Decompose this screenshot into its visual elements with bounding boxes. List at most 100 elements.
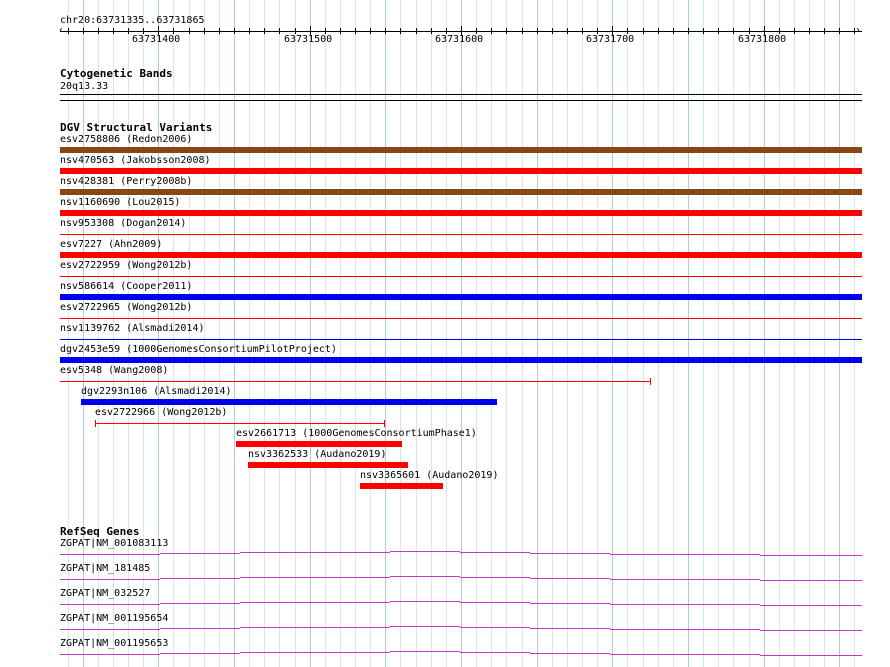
dgv-feature-bar[interactable] (60, 294, 862, 300)
dgv-feature-label[interactable]: nsv428381 (Perry2008b) (60, 176, 192, 188)
dgv-feature-bar[interactable] (248, 462, 408, 468)
refseq-gene-line[interactable] (760, 555, 862, 556)
refseq-gene-line[interactable] (530, 578, 610, 579)
refseq-gene-line[interactable] (760, 605, 862, 606)
dgv-feature-bar[interactable] (60, 234, 862, 235)
dgv-feature-bar[interactable] (60, 318, 862, 319)
dgv-feature-bar[interactable] (81, 399, 497, 405)
refseq-gene-line[interactable] (460, 602, 530, 603)
refseq-gene-line[interactable] (390, 626, 460, 627)
dgv-feature-label[interactable]: esv7227 (Ahn2009) (60, 239, 162, 251)
dgv-feature-bar[interactable] (60, 147, 862, 153)
refseq-gene-label[interactable]: ZGPAT|NM_032527 (60, 588, 150, 600)
refseq-gene-line[interactable] (610, 629, 760, 630)
refseq-gene-line[interactable] (460, 652, 530, 653)
refseq-gene-line[interactable] (760, 630, 862, 631)
ruler-minor-tick (658, 28, 659, 34)
refseq-gene-line[interactable] (60, 579, 160, 580)
dgv-feature-label[interactable]: esv2722966 (Wong2012b) (95, 407, 227, 419)
ruler-minor-tick (128, 28, 129, 34)
refseq-gene-label[interactable]: ZGPAT|NM_001195653 (60, 638, 168, 650)
refseq-gene-line[interactable] (390, 576, 460, 577)
refseq-gene-line[interactable] (530, 628, 610, 629)
dgv-feature-bar[interactable] (60, 210, 862, 216)
ruler-region-label: chr20:63731335..63731865 (60, 15, 205, 26)
dgv-feature-end-cap[interactable] (650, 378, 651, 385)
refseq-gene-line[interactable] (60, 654, 160, 655)
dgv-feature-bar[interactable] (60, 276, 862, 277)
dgv-feature-label[interactable]: nsv1160690 (Lou2015) (60, 197, 180, 209)
dgv-feature-bar[interactable] (236, 441, 402, 447)
dgv-feature-label[interactable]: esv2722965 (Wong2012b) (60, 302, 192, 314)
dgv-feature-start-cap[interactable] (95, 420, 96, 427)
refseq-gene-line[interactable] (240, 577, 390, 578)
refseq-gene-line[interactable] (610, 579, 760, 580)
ruler-minor-tick (718, 28, 719, 34)
dgv-feature-label[interactable]: nsv470563 (Jakobsson2008) (60, 155, 211, 167)
refseq-gene-line[interactable] (530, 553, 610, 554)
refseq-gene-line[interactable] (610, 654, 760, 655)
dgv-feature-label[interactable]: nsv3362533 (Audano2019) (248, 449, 386, 461)
refseq-gene-line[interactable] (160, 553, 240, 554)
refseq-gene-line[interactable] (390, 551, 460, 552)
dgv-feature-bar[interactable] (360, 483, 443, 489)
dgv-feature-label[interactable]: nsv953308 (Dogan2014) (60, 218, 186, 230)
refseq-gene-line[interactable] (60, 554, 160, 555)
refseq-gene-label[interactable]: ZGPAT|NM_181485 (60, 563, 150, 575)
refseq-gene-line[interactable] (610, 554, 760, 555)
dgv-track-title: DGV Structural Variants (60, 121, 213, 134)
dgv-feature-label[interactable]: esv2758806 (Redon2006) (60, 134, 192, 146)
refseq-gene-line[interactable] (160, 603, 240, 604)
dgv-feature-bar[interactable] (60, 252, 862, 258)
dgv-feature-label[interactable]: dgv2293n106 (Alsmadi2014) (81, 386, 232, 398)
refseq-gene-line[interactable] (160, 653, 240, 654)
dgv-feature-bar[interactable] (95, 423, 384, 424)
dgv-feature-label[interactable]: esv2661713 (1000GenomesConsortiumPhase1) (236, 428, 477, 440)
cytoband-label[interactable]: 20q13.33 (60, 81, 108, 93)
ruler-minor-tick (506, 28, 507, 34)
refseq-gene-line[interactable] (160, 578, 240, 579)
refseq-gene-line[interactable] (240, 627, 390, 628)
ruler-minor-tick (249, 28, 250, 34)
dgv-feature-label[interactable]: nsv3365601 (Audano2019) (360, 470, 498, 482)
ruler-minor-tick (370, 28, 371, 34)
refseq-gene-line[interactable] (760, 580, 862, 581)
dgv-feature-bar[interactable] (60, 339, 862, 340)
refseq-gene-line[interactable] (240, 652, 390, 653)
ruler-minor-tick (416, 28, 417, 34)
refseq-gene-line[interactable] (240, 602, 390, 603)
refseq-gene-line[interactable] (60, 604, 160, 605)
dgv-feature-bar[interactable] (60, 381, 650, 382)
refseq-gene-line[interactable] (460, 552, 530, 553)
dgv-feature-bar[interactable] (60, 189, 862, 195)
refseq-gene-line[interactable] (530, 603, 610, 604)
refseq-gene-label[interactable]: ZGPAT|NM_001083113 (60, 538, 168, 550)
refseq-gene-label[interactable]: ZGPAT|NM_001195654 (60, 613, 168, 625)
refseq-gene-line[interactable] (530, 653, 610, 654)
ruler-minor-tick (355, 28, 356, 34)
refseq-gene-line[interactable] (390, 651, 460, 652)
refseq-gene-line[interactable] (610, 604, 760, 605)
cytoband-bar-top[interactable] (60, 94, 862, 95)
dgv-feature-label[interactable]: dgv2453e59 (1000GenomesConsortiumPilotPr… (60, 344, 337, 356)
refseq-gene-line[interactable] (760, 655, 862, 656)
dgv-feature-label[interactable]: nsv1139762 (Alsmadi2014) (60, 323, 205, 335)
ruler-minor-tick (113, 28, 114, 34)
dgv-feature-bar[interactable] (60, 357, 862, 363)
refseq-gene-line[interactable] (460, 627, 530, 628)
ruler-tick-label: 63731600 (435, 34, 484, 45)
refseq-gene-line[interactable] (240, 552, 390, 553)
refseq-gene-line[interactable] (460, 577, 530, 578)
ruler-minor-tick (673, 28, 674, 34)
dgv-feature-label[interactable]: esv2722959 (Wong2012b) (60, 260, 192, 272)
cytoband-bar-bottom[interactable] (60, 100, 862, 101)
dgv-feature-end-cap[interactable] (384, 420, 385, 427)
refseq-gene-line[interactable] (390, 601, 460, 602)
ruler-minor-tick (431, 28, 432, 34)
dgv-feature-label[interactable]: esv5348 (Wang2008) (60, 365, 168, 377)
refseq-gene-line[interactable] (60, 629, 160, 630)
dgv-feature-bar[interactable] (60, 168, 862, 174)
dgv-feature-label[interactable]: nsv586614 (Cooper2011) (60, 281, 192, 293)
ruler-left-arrow: ‹ (58, 25, 65, 36)
refseq-gene-line[interactable] (160, 628, 240, 629)
